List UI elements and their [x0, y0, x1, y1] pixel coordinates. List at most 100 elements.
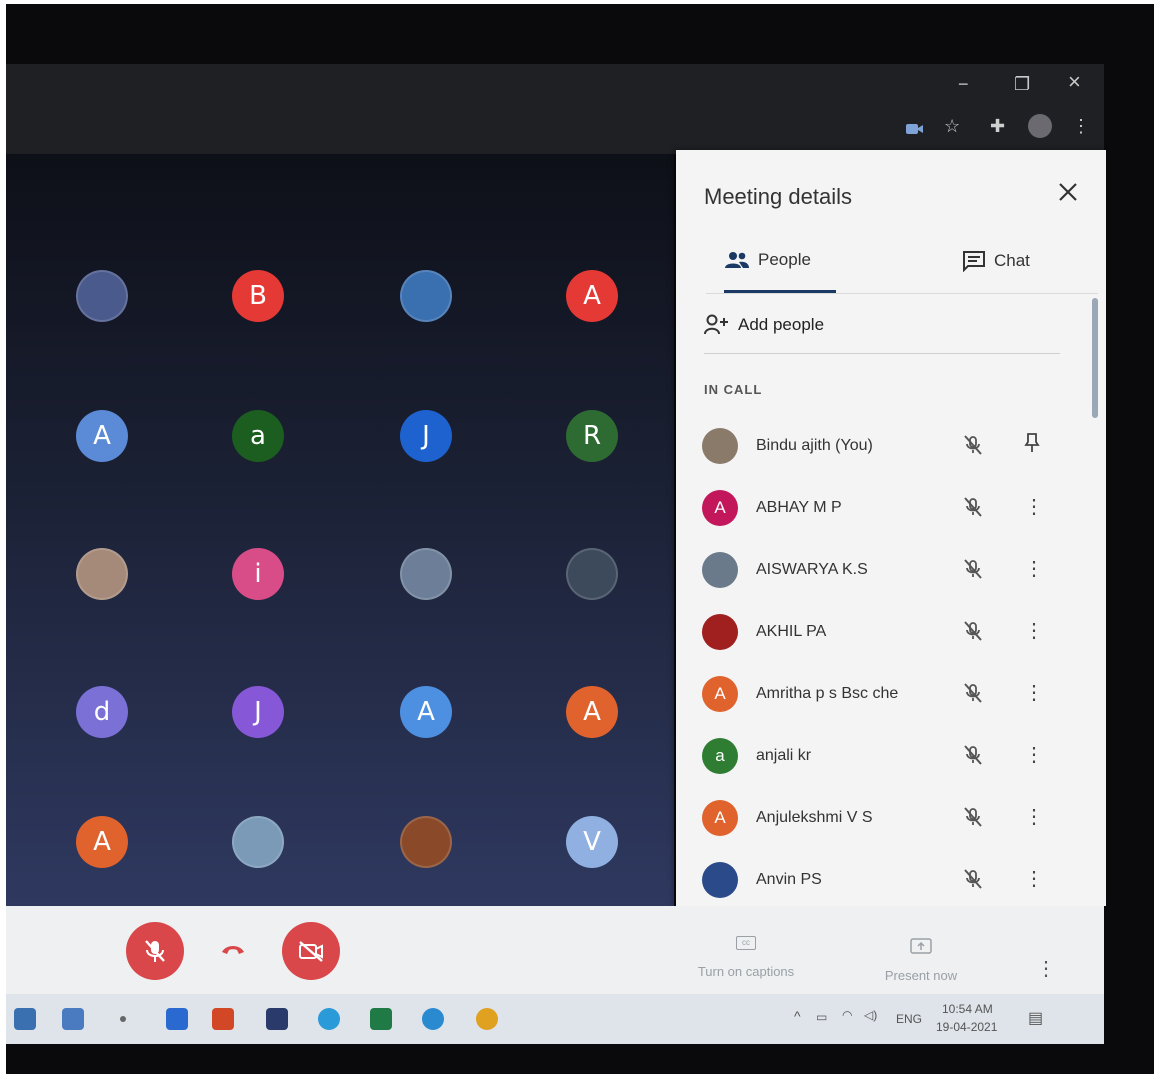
- dot-icon[interactable]: [120, 1016, 126, 1022]
- participant-name: Amritha p s Bsc che: [756, 685, 899, 702]
- profile-avatar[interactable]: [1028, 114, 1052, 138]
- mic-off-icon: [962, 682, 986, 706]
- participant-row[interactable]: AISWARYA K.S ⋮: [702, 548, 1062, 592]
- mic-off-icon: [962, 496, 986, 520]
- more-vert-icon[interactable]: ⋮: [1024, 556, 1044, 581]
- restore-button[interactable]: ❐: [1014, 74, 1030, 94]
- meeting-details-panel: Meeting details People Chat Add people I…: [676, 150, 1106, 906]
- participant-row[interactable]: a anjali kr ⋮: [702, 734, 1062, 778]
- telegram-icon[interactable]: [318, 1008, 340, 1030]
- participant-tile[interactable]: R: [566, 410, 618, 462]
- tab-people[interactable]: People: [724, 250, 811, 270]
- mic-off-icon: [962, 868, 986, 892]
- extensions-icon[interactable]: ✚: [990, 116, 1005, 137]
- participant-tile[interactable]: [566, 548, 618, 600]
- chrome-icon[interactable]: [476, 1008, 498, 1030]
- language-indicator[interactable]: ENG: [896, 1012, 922, 1026]
- participant-tile[interactable]: V: [566, 816, 618, 868]
- close-panel-button[interactable]: [1058, 178, 1078, 209]
- participant-row[interactable]: A ABHAY M P ⋮: [702, 486, 1062, 530]
- avatar: A: [702, 676, 738, 712]
- mic-toggle-button[interactable]: [126, 922, 184, 980]
- participant-name: Anjulekshmi V S: [756, 809, 873, 826]
- network-drive-icon[interactable]: [62, 1008, 84, 1030]
- participant-tile[interactable]: A: [400, 686, 452, 738]
- more-vert-icon[interactable]: ⋮: [1072, 116, 1090, 137]
- mic-off-icon: [145, 940, 165, 962]
- camera-icon[interactable]: [906, 120, 924, 141]
- participant-tile[interactable]: A: [76, 410, 128, 462]
- close-icon: [1059, 183, 1077, 201]
- participant-name: Bindu ajith (You): [756, 437, 873, 454]
- more-vert-icon[interactable]: ⋮: [1024, 618, 1044, 643]
- excel-icon[interactable]: [370, 1008, 392, 1030]
- participant-tile[interactable]: J: [400, 410, 452, 462]
- participant-tile[interactable]: [232, 816, 284, 868]
- people-icon: [725, 252, 749, 268]
- volume-icon[interactable]: ◁): [864, 1008, 877, 1022]
- participant-tile[interactable]: A: [566, 686, 618, 738]
- more-options-icon[interactable]: ⋮: [1036, 956, 1056, 981]
- star-icon[interactable]: ☆: [944, 116, 960, 137]
- participant-tile[interactable]: [400, 816, 452, 868]
- participant-tile[interactable]: a: [232, 410, 284, 462]
- more-vert-icon[interactable]: ⋮: [1024, 494, 1044, 519]
- participant-name: ABHAY M P: [756, 499, 842, 516]
- wifi-icon[interactable]: ◠: [842, 1008, 852, 1022]
- chevron-up-icon[interactable]: ^: [794, 1008, 801, 1024]
- turn-on-captions-button[interactable]: Turn on captions: [686, 964, 806, 979]
- cc-icon-text: cc: [736, 936, 756, 950]
- tab-chat[interactable]: Chat: [962, 250, 1030, 272]
- more-vert-icon[interactable]: ⋮: [1024, 680, 1044, 705]
- videocam-off-icon: [299, 941, 323, 962]
- app-s-icon[interactable]: [166, 1008, 188, 1030]
- participant-row[interactable]: A Anjulekshmi V S ⋮: [702, 796, 1062, 840]
- hang-up-button[interactable]: [220, 942, 246, 961]
- participant-row[interactable]: AKHIL PA ⋮: [702, 610, 1062, 654]
- participant-row[interactable]: Bindu ajith (You): [702, 424, 1062, 468]
- minimize-button[interactable]: −: [958, 74, 969, 94]
- more-vert-icon[interactable]: ⋮: [1024, 742, 1044, 767]
- participant-tile[interactable]: [76, 270, 128, 322]
- avatar: A: [702, 490, 738, 526]
- clock-date[interactable]: 19-04-2021: [936, 1020, 997, 1034]
- call-end-icon: [222, 946, 244, 954]
- dropbox-icon[interactable]: [266, 1008, 288, 1030]
- more-vert-icon[interactable]: ⋮: [1024, 866, 1044, 891]
- powerpoint-icon[interactable]: [212, 1008, 234, 1030]
- edge-icon[interactable]: [422, 1008, 444, 1030]
- avatar: A: [702, 800, 738, 836]
- participant-row[interactable]: Anvin PS ⋮: [702, 858, 1062, 902]
- add-people-button[interactable]: Add people: [704, 314, 824, 336]
- mail-icon[interactable]: [14, 1008, 36, 1030]
- monitor-screen: − ❐ × ☆ ✚ ⋮ B A Aa J Ri d J A A A V Meeting detail…: [6, 4, 1154, 1074]
- present-icon[interactable]: [910, 938, 932, 959]
- tab-divider: [706, 293, 1098, 294]
- camera-toggle-button[interactable]: [282, 922, 340, 980]
- participant-row[interactable]: A Amritha p s Bsc che ⋮: [702, 672, 1062, 716]
- participant-grid: B A Aa J Ri d J A A A V: [6, 154, 674, 906]
- mic-off-icon: [962, 434, 986, 458]
- avatar: [702, 614, 738, 650]
- participant-tile[interactable]: i: [232, 548, 284, 600]
- captions-icon[interactable]: cc: [736, 936, 756, 950]
- tab-chat-label: Chat: [994, 251, 1030, 270]
- battery-icon[interactable]: ▭: [816, 1010, 827, 1024]
- panel-scrollbar[interactable]: [1092, 298, 1098, 418]
- present-now-button[interactable]: Present now: [866, 968, 976, 983]
- clock-time[interactable]: 10:54 AM: [942, 1002, 993, 1016]
- participant-tile[interactable]: [400, 270, 452, 322]
- participant-tile[interactable]: A: [76, 816, 128, 868]
- close-window-button[interactable]: ×: [1068, 71, 1081, 93]
- section-divider: [704, 353, 1060, 354]
- participant-tile[interactable]: J: [232, 686, 284, 738]
- participant-tile[interactable]: B: [232, 270, 284, 322]
- participant-tile[interactable]: [76, 548, 128, 600]
- avatar: [702, 552, 738, 588]
- pin-icon[interactable]: [1024, 432, 1040, 460]
- participant-tile[interactable]: [400, 548, 452, 600]
- participant-tile[interactable]: A: [566, 270, 618, 322]
- notifications-icon[interactable]: ▤: [1028, 1008, 1043, 1028]
- more-vert-icon[interactable]: ⋮: [1024, 804, 1044, 829]
- participant-tile[interactable]: d: [76, 686, 128, 738]
